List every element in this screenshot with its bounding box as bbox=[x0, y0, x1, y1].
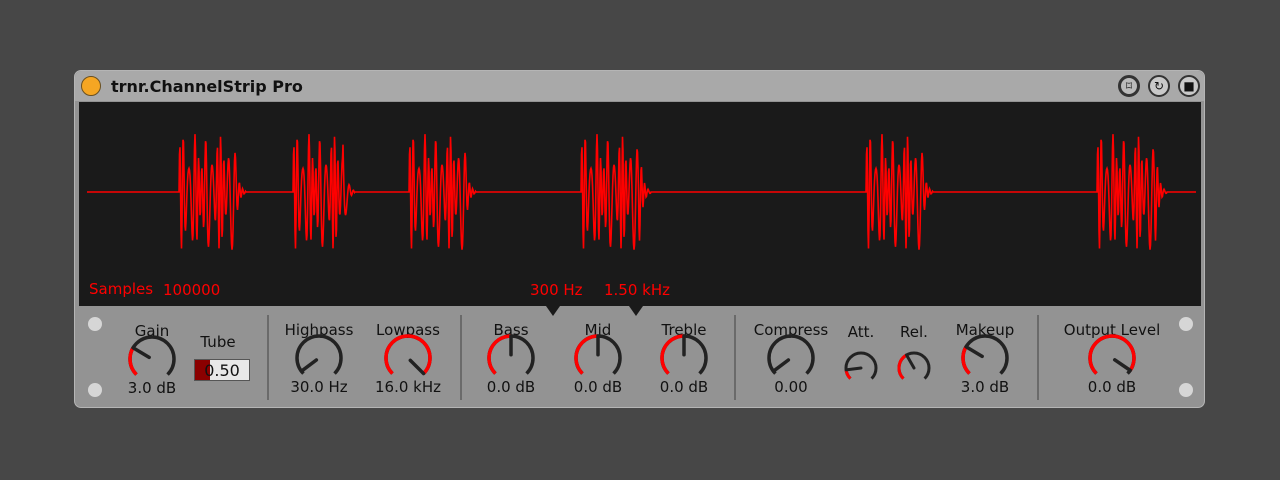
device-panel: trnr.ChannelStrip Pro ⌑ ↻ ■ Samples 1000… bbox=[74, 70, 1205, 408]
att-label: Att. bbox=[847, 323, 875, 341]
freeze-icon[interactable]: ⌑ bbox=[1118, 75, 1140, 97]
tube-value: 0.50 bbox=[204, 361, 240, 380]
makeup-value: 3.0 dB bbox=[960, 378, 1010, 396]
device-title: trnr.ChannelStrip Pro bbox=[111, 77, 303, 96]
indicator-led bbox=[1179, 317, 1193, 331]
mid-frequency[interactable]: 1.50 kHz bbox=[604, 281, 670, 299]
indicator-led bbox=[1179, 383, 1193, 397]
output-knob[interactable] bbox=[1086, 332, 1138, 384]
bass-value: 0.0 dB bbox=[486, 378, 536, 396]
treble-knob[interactable] bbox=[658, 332, 710, 384]
gain-knob[interactable] bbox=[126, 333, 178, 385]
divider bbox=[267, 315, 269, 400]
divider bbox=[460, 315, 462, 400]
waveform-line bbox=[87, 134, 1196, 250]
samples-value[interactable]: 100000 bbox=[163, 281, 220, 299]
makeup-knob[interactable] bbox=[959, 332, 1011, 384]
treble-value: 0.0 dB bbox=[659, 378, 709, 396]
tube-slider[interactable]: 0.50 bbox=[194, 359, 250, 381]
bass-freq-marker bbox=[546, 306, 560, 316]
indicator-led bbox=[88, 317, 102, 331]
att-knob[interactable] bbox=[842, 349, 880, 387]
divider bbox=[734, 315, 736, 400]
lowpass-value: 16.0 kHz bbox=[374, 378, 442, 396]
bass-knob[interactable] bbox=[485, 332, 537, 384]
compress-value: 0.00 bbox=[774, 378, 808, 396]
indicator-led bbox=[88, 383, 102, 397]
rel-label: Rel. bbox=[900, 323, 928, 341]
bass-frequency[interactable]: 300 Hz bbox=[530, 281, 583, 299]
mid-value: 0.0 dB bbox=[573, 378, 623, 396]
samples-label: Samples bbox=[89, 280, 154, 298]
mid-freq-marker bbox=[629, 306, 643, 316]
highpass-value: 30.0 Hz bbox=[290, 378, 348, 396]
waveform-display: Samples 100000 300 Hz 1.50 kHz bbox=[79, 102, 1201, 306]
lowpass-knob[interactable] bbox=[382, 332, 434, 384]
compress-knob[interactable] bbox=[765, 332, 817, 384]
title-bar: trnr.ChannelStrip Pro ⌑ ↻ ■ bbox=[75, 71, 1204, 101]
highpass-knob[interactable] bbox=[293, 332, 345, 384]
power-button[interactable] bbox=[81, 76, 101, 96]
output-value: 0.0 dB bbox=[1087, 378, 1137, 396]
refresh-icon[interactable]: ↻ bbox=[1148, 75, 1170, 97]
divider bbox=[1037, 315, 1039, 400]
save-icon[interactable]: ■ bbox=[1178, 75, 1200, 97]
mid-knob[interactable] bbox=[572, 332, 624, 384]
gain-value: 3.0 dB bbox=[127, 379, 177, 397]
tube-label: Tube bbox=[200, 333, 236, 351]
rel-knob[interactable] bbox=[895, 349, 933, 387]
